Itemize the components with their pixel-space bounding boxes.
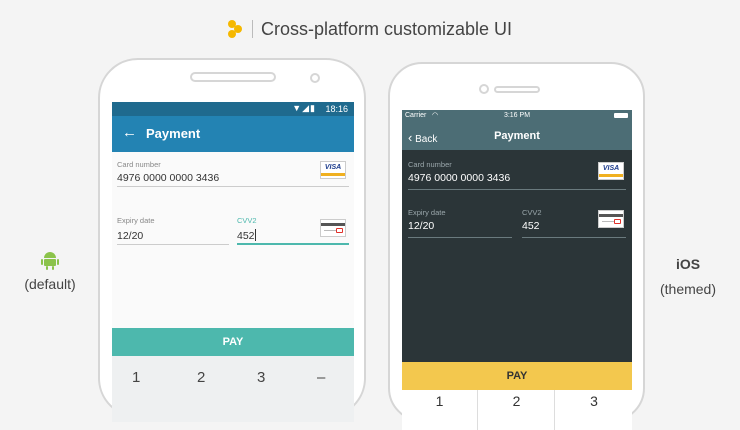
cvv-label: CVV2 (237, 216, 257, 225)
key-3[interactable]: 3 (257, 369, 265, 386)
ios-phone-frame: Carrier ◠ 3:16 PM ‹ Back Payment Card nu… (388, 62, 645, 430)
ios-navigation-bar: ‹ Back Payment (402, 122, 632, 150)
page-title: Cross-platform customizable UI (260, 18, 513, 39)
status-time: 18:16 (325, 104, 348, 114)
cvv-label: CVV2 (522, 208, 542, 217)
card-number-underline (117, 186, 349, 187)
pay-button[interactable]: PAY (402, 362, 632, 390)
android-phone-frame: ▼◢▮ 18:16 ← Payment Card number 4976 000… (98, 58, 366, 422)
ios-camera (479, 84, 489, 94)
back-arrow-icon[interactable]: ← (122, 124, 137, 141)
ios-status-bar: Carrier ◠ 3:16 PM (402, 110, 632, 122)
cvv-underline (522, 237, 626, 238)
card-number-label: Card number (408, 160, 452, 169)
android-camera (310, 73, 320, 83)
android-theme-name: (default) (24, 276, 76, 292)
toolbar-title: Payment (146, 126, 201, 141)
card-number-underline (408, 189, 626, 190)
android-numeric-keypad: 1 2 3 – (112, 356, 354, 422)
key-2[interactable]: 2 (479, 390, 555, 430)
expiry-date-input[interactable]: 12/20 (117, 230, 143, 242)
android-status-bar: ▼◢▮ 18:16 (112, 102, 354, 116)
signal-wifi-battery-icons: ▼◢▮ (292, 103, 316, 113)
android-robot-icon (41, 252, 59, 270)
battery-icon (614, 113, 628, 118)
honeycomb-logo-icon (227, 20, 242, 39)
pay-button[interactable]: PAY (112, 328, 354, 356)
key-minus[interactable]: – (317, 369, 325, 386)
card-number-input[interactable]: 4976 0000 0000 3436 (408, 172, 510, 184)
key-3[interactable]: 3 (556, 390, 632, 430)
ios-speaker (494, 86, 540, 93)
cvv-input[interactable]: 452 (237, 230, 255, 242)
key-1[interactable]: 1 (132, 369, 140, 386)
expiry-date-underline (408, 237, 512, 238)
key-1[interactable]: 1 (402, 390, 478, 430)
key-2[interactable]: 2 (197, 369, 205, 386)
android-screen: ▼◢▮ 18:16 ← Payment Card number 4976 000… (112, 102, 354, 422)
ios-theme-name: (themed) (659, 281, 717, 297)
expiry-date-input[interactable]: 12/20 (408, 220, 434, 232)
ios-platform-label: iOS (themed) (656, 256, 720, 297)
android-speaker (190, 72, 276, 82)
card-number-label: Card number (117, 160, 161, 169)
status-time: 3:16 PM (503, 112, 531, 119)
expiry-date-label: Expiry date (408, 208, 446, 217)
nav-title: Payment (494, 130, 540, 142)
cvv-underline-focused (237, 243, 349, 245)
page-header: Cross-platform customizable UI (0, 18, 740, 40)
android-toolbar: ← Payment (112, 116, 354, 152)
android-platform-label: (default) (20, 250, 80, 292)
cvv-card-icon (598, 210, 624, 228)
cvv-input[interactable]: 452 (522, 220, 540, 232)
expiry-date-label: Expiry date (117, 216, 155, 225)
text-cursor (255, 229, 256, 241)
ios-platform-name: iOS (675, 256, 701, 272)
expiry-date-underline (117, 244, 229, 245)
visa-card-icon: VISA (598, 162, 624, 180)
cvv-card-icon (320, 219, 346, 237)
header-divider (251, 20, 253, 39)
visa-card-icon: VISA (320, 161, 346, 179)
ios-screen: Carrier ◠ 3:16 PM ‹ Back Payment Card nu… (402, 110, 632, 430)
card-number-input[interactable]: 4976 0000 0000 3436 (117, 172, 219, 184)
ios-numeric-keypad: 1 2 3 (402, 390, 632, 430)
